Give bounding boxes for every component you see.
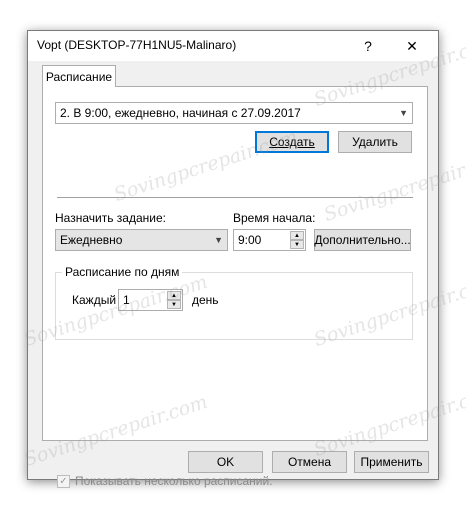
daily-schedule-legend: Расписание по дням bbox=[62, 265, 183, 279]
every-label: Каждый bbox=[72, 293, 117, 307]
start-time-label: Время начала: bbox=[233, 211, 316, 225]
spin-up-icon[interactable]: ▲ bbox=[167, 291, 181, 300]
start-time-spinner[interactable]: ▲ ▼ bbox=[290, 231, 304, 249]
start-time-input[interactable]: 9:00 ▲ ▼ bbox=[233, 229, 306, 251]
apply-button-label: Применить bbox=[360, 455, 423, 469]
advanced-button-label: Дополнительно... bbox=[314, 233, 411, 247]
checkbox-check-icon[interactable]: ✓ bbox=[57, 474, 70, 488]
every-days-value: 1 bbox=[123, 293, 130, 307]
spin-up-icon[interactable]: ▲ bbox=[290, 231, 304, 240]
close-button[interactable]: ✕ bbox=[390, 31, 434, 61]
schedule-select[interactable]: 2. В 9:00, ежедневно, начиная с 27.09.20… bbox=[55, 102, 413, 124]
title-bar: Vopt (DESKTOP-77H1NU5-Malinaro) ? ✕ bbox=[28, 31, 438, 61]
cancel-button-label: Отмена bbox=[287, 455, 332, 469]
chevron-down-icon: ▼ bbox=[214, 235, 223, 245]
advanced-button[interactable]: Дополнительно... bbox=[314, 229, 411, 251]
daily-schedule-group: Расписание по дням Каждый 1 ▲ ▼ день bbox=[55, 265, 413, 340]
task-label: Назначить задание: bbox=[55, 211, 166, 225]
create-button-label: Создать bbox=[269, 135, 315, 149]
schedule-select-value: 2. В 9:00, ежедневно, начиная с 27.09.20… bbox=[60, 106, 301, 120]
separator-line bbox=[57, 197, 413, 198]
apply-button[interactable]: Применить bbox=[354, 451, 429, 473]
ok-button-label: OK bbox=[216, 455, 235, 469]
spin-down-icon[interactable]: ▼ bbox=[167, 300, 181, 309]
ok-button[interactable]: OK bbox=[188, 451, 263, 473]
task-select[interactable]: Ежедневно ▼ bbox=[55, 229, 228, 251]
create-button[interactable]: Создать bbox=[255, 131, 329, 153]
schedule-tab-panel: 2. В 9:00, ежедневно, начиная с 27.09.20… bbox=[42, 86, 428, 488]
scheduler-dialog: Vopt (DESKTOP-77H1NU5-Malinaro) ? ✕ Расп… bbox=[27, 30, 439, 488]
multi-schedule-checkbox[interactable]: ✓ Показывать несколько расписаний. bbox=[57, 474, 273, 488]
chevron-down-icon: ▼ bbox=[399, 108, 408, 118]
every-days-spinner[interactable]: ▲ ▼ bbox=[167, 291, 181, 309]
every-days-input[interactable]: 1 ▲ ▼ bbox=[118, 289, 183, 311]
delete-button[interactable]: Удалить bbox=[338, 131, 412, 153]
help-button[interactable]: ? bbox=[346, 31, 390, 61]
close-icon: ✕ bbox=[406, 37, 418, 54]
spin-down-icon[interactable]: ▼ bbox=[290, 240, 304, 249]
task-select-value: Ежедневно bbox=[60, 233, 123, 247]
tab-schedule[interactable]: Расписание bbox=[42, 65, 116, 87]
day-unit-label: день bbox=[192, 293, 219, 307]
multi-schedule-label: Показывать несколько расписаний. bbox=[75, 474, 273, 488]
delete-button-label: Удалить bbox=[352, 135, 398, 149]
start-time-value: 9:00 bbox=[238, 233, 262, 247]
cancel-button[interactable]: Отмена bbox=[272, 451, 347, 473]
window-title: Vopt (DESKTOP-77H1NU5-Malinaro) bbox=[37, 38, 237, 52]
help-icon: ? bbox=[364, 38, 372, 54]
